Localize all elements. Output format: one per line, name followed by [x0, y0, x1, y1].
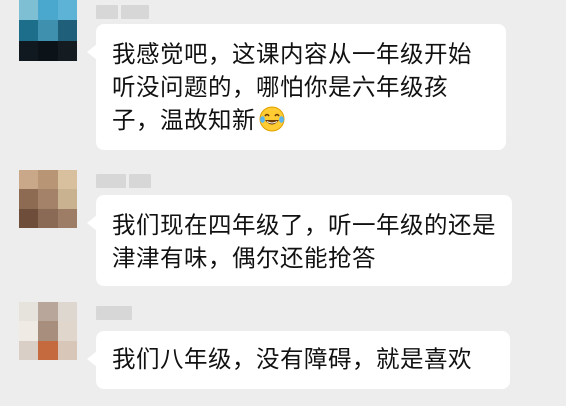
message-bubble[interactable]: 我感觉吧，这课内容从一年级开始听没问题的，哪怕你是六年级孩子，温故知新	[87, 24, 506, 150]
message-text: 我们现在四年级了，听一年级的还是津津有味，偶尔还能抢答	[112, 211, 496, 272]
sender-name-redacted	[96, 4, 149, 20]
message-text: 我感觉吧，这课内容从一年级开始听没问题的，哪怕你是六年级孩子，温故知新	[112, 40, 472, 134]
avatar[interactable]	[19, 170, 77, 228]
tears-of-joy-emoji-icon	[259, 106, 285, 132]
avatar[interactable]	[19, 302, 77, 360]
message-text: 我们八年级，没有障碍，就是喜欢	[112, 345, 472, 373]
avatar[interactable]	[19, 0, 77, 61]
sender-name-redacted	[96, 305, 132, 321]
message-bubble[interactable]: 我们现在四年级了，听一年级的还是津津有味，偶尔还能抢答	[87, 195, 512, 286]
sender-name-redacted	[96, 173, 151, 189]
chat-area: 我感觉吧，这课内容从一年级开始听没问题的，哪怕你是六年级孩子，温故知新 我们现在…	[0, 0, 566, 406]
message-bubble[interactable]: 我们八年级，没有障碍，就是喜欢	[87, 331, 510, 389]
